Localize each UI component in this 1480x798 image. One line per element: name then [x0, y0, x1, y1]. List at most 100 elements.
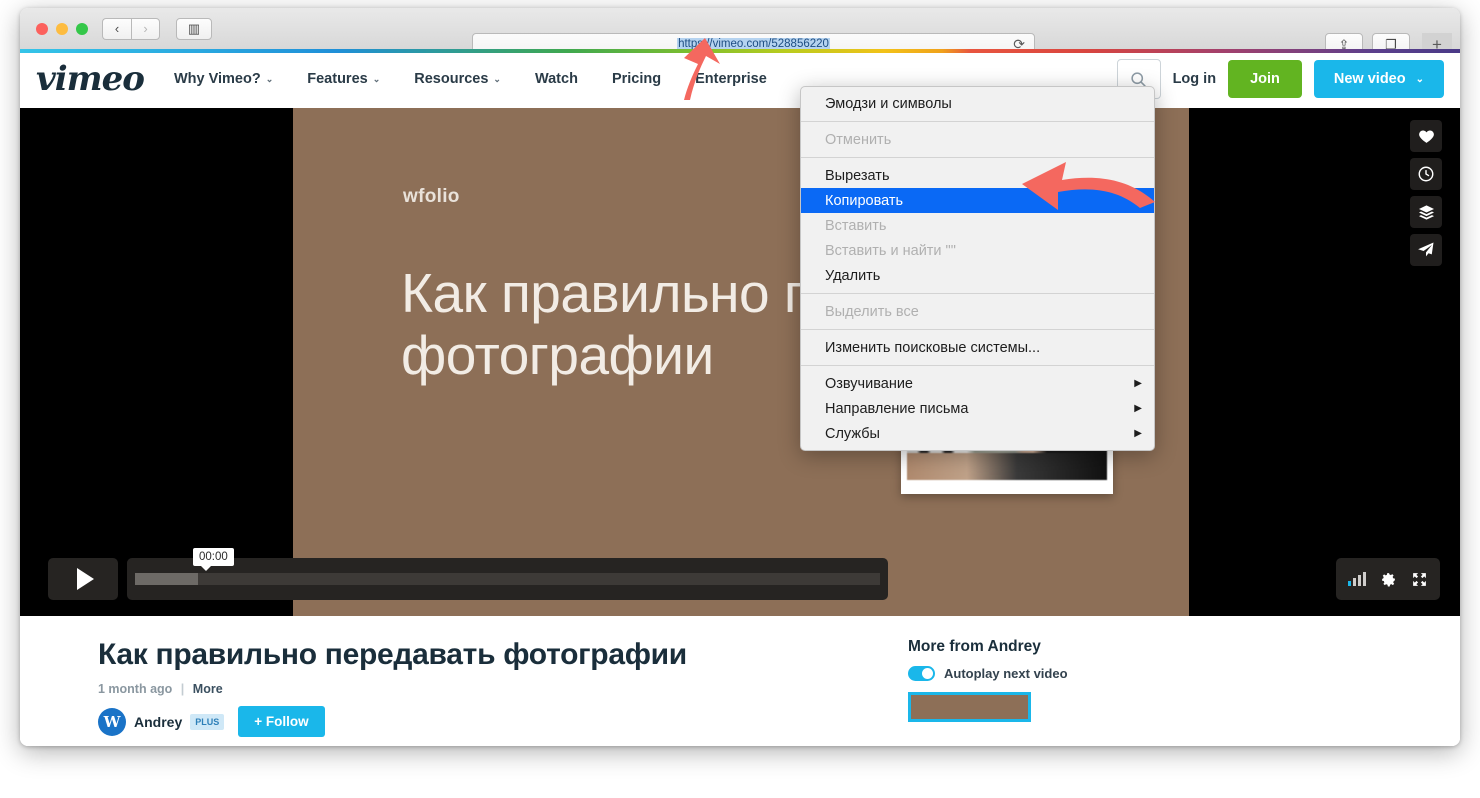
log-in-link[interactable]: Log in [1173, 71, 1217, 87]
context-menu-item-label: Службы [825, 425, 880, 442]
nav-item-resources[interactable]: Resources ⌄ [414, 71, 501, 87]
fullscreen-icon[interactable] [1411, 571, 1428, 588]
navigation-buttons: ‹ › [102, 17, 160, 40]
web-page: vimeo Why Vimeo? ⌄ Features ⌄ Resources … [20, 50, 1460, 746]
player-action-rail [1410, 120, 1442, 266]
context-menu-item[interactable]: Службы ▶ [801, 421, 1154, 446]
new-video-button[interactable]: New video ⌄ [1313, 60, 1444, 98]
play-triangle-icon [76, 568, 94, 590]
autoplay-toggle[interactable] [908, 666, 935, 681]
new-video-label: New video [1333, 71, 1406, 87]
chevron-down-icon: ⌄ [265, 73, 274, 84]
context-menu-item: Вставить [801, 213, 1154, 238]
context-menu-item[interactable]: Направление письма ▶ [801, 396, 1154, 421]
video-info-section: Как правильно передавать фотографии 1 mo… [20, 616, 1460, 746]
window-controls [36, 22, 88, 35]
context-menu-item: Отменить [801, 127, 1154, 152]
nav-item-pricing[interactable]: Pricing [612, 71, 661, 87]
back-button[interactable]: ‹ [102, 17, 131, 40]
context-menu-item-label: Вставить и найти "" [825, 242, 956, 259]
context-menu-item[interactable]: Вырезать [801, 163, 1154, 188]
context-menu-item-label: Изменить поисковые системы... [825, 339, 1041, 356]
context-menu-item[interactable]: Удалить [801, 263, 1154, 288]
chevron-down-icon: ⌄ [372, 73, 381, 84]
share-icon[interactable] [1410, 234, 1442, 266]
context-menu-item-label: Выделить все [825, 303, 919, 320]
context-menu-item-label: Копировать [825, 192, 904, 209]
video-meta-row: 1 month ago | More [98, 682, 896, 696]
player-controls: 00:00 [48, 548, 888, 600]
search-icon [1131, 71, 1146, 87]
forward-button[interactable]: › [131, 17, 160, 40]
page-title: Как правильно передавать фотографии [98, 638, 687, 671]
more-link[interactable]: More [193, 682, 223, 696]
context-menu-item-label: Озвучивание [825, 375, 913, 392]
context-menu[interactable]: Эмодзи и символы Отменить Вырезать Копирова… [800, 86, 1155, 451]
header-right-group: Log in Join New video ⌄ [1116, 59, 1444, 99]
seek-bar[interactable]: 00:00 [127, 548, 888, 600]
seek-buffered [135, 573, 199, 585]
context-menu-item[interactable]: Изменить поисковые системы... [801, 335, 1154, 360]
browser-window: ‹ › ▥ https://vimeo.com/528856220 ⟳ ⇪ ❐ … [20, 8, 1460, 746]
follow-button[interactable]: + Follow [238, 706, 325, 737]
context-menu-item[interactable]: Копировать [801, 188, 1154, 213]
next-video-thumbnail[interactable] [908, 692, 1031, 722]
seek-track[interactable] [135, 573, 880, 585]
chevron-down-icon: ⌄ [1415, 73, 1424, 85]
page-load-progress-strip [20, 49, 1460, 53]
autoplay-row: Autoplay next video [908, 666, 1196, 681]
avatar[interactable]: W [98, 707, 126, 736]
gear-icon[interactable] [1380, 571, 1397, 588]
submenu-arrow-icon: ▶ [1134, 378, 1142, 389]
nav-item-enterprise[interactable]: Enterprise [695, 71, 767, 87]
upload-date: 1 month ago [98, 682, 173, 696]
video-player[interactable]: wfolio Как правильно передавать фотограф… [20, 108, 1460, 616]
chevron-down-icon: ⌄ [493, 73, 501, 84]
context-menu-item[interactable]: Эмодзи и символы [801, 91, 1154, 116]
context-menu-item-label: Эмодзи и символы [825, 95, 952, 112]
uploader-row: W Andrey PLUS + Follow [98, 706, 896, 737]
nav-item-why-vimeo[interactable]: Why Vimeo? ⌄ [174, 71, 273, 87]
watch-later-icon[interactable] [1410, 158, 1442, 190]
site-header: vimeo Why Vimeo? ⌄ Features ⌄ Resources … [20, 50, 1460, 108]
context-menu-item[interactable]: Озвучивание ▶ [801, 371, 1154, 396]
nav-label: Why Vimeo? [173, 71, 261, 87]
vimeo-logo[interactable]: vimeo [36, 59, 145, 99]
context-menu-item: Выделить все [801, 299, 1154, 324]
uploader-name[interactable]: Andrey [134, 714, 182, 730]
submenu-arrow-icon: ▶ [1134, 428, 1142, 439]
submenu-arrow-icon: ▶ [1134, 403, 1142, 414]
context-menu-item-label: Направление письма [825, 400, 969, 417]
context-menu-separator [801, 121, 1154, 122]
nav-label: Features [307, 71, 368, 87]
context-menu-item-label: Удалить [825, 267, 881, 284]
close-window-button[interactable] [36, 22, 48, 35]
player-controls-right [1336, 558, 1440, 600]
context-menu-item-label: Вставить [825, 217, 887, 234]
add-to-collection-icon[interactable] [1410, 196, 1442, 228]
video-info-left: Как правильно передавать фотографии 1 mo… [36, 638, 896, 746]
nav-label: Resources [414, 71, 489, 87]
volume-icon[interactable] [1348, 572, 1366, 586]
more-from-title: More from Andrey [908, 638, 1041, 655]
plus-badge: PLUS [190, 713, 225, 730]
context-menu-item: Вставить и найти "" [801, 238, 1154, 263]
context-menu-item-label: Вырезать [825, 167, 890, 184]
browser-toolbar: ‹ › ▥ https://vimeo.com/528856220 ⟳ ⇪ ❐ … [20, 8, 1460, 57]
minimize-window-button[interactable] [56, 22, 68, 35]
context-menu-item-label: Отменить [825, 131, 892, 148]
play-button[interactable] [48, 558, 118, 600]
nav-item-features[interactable]: Features ⌄ [307, 71, 380, 87]
join-button[interactable]: Join [1228, 60, 1302, 98]
current-time-tooltip: 00:00 [193, 548, 234, 571]
context-menu-separator [801, 293, 1154, 294]
nav-item-watch[interactable]: Watch [535, 71, 578, 87]
video-brand-watermark: wfolio [403, 186, 460, 207]
like-icon[interactable] [1410, 120, 1442, 152]
context-menu-separator [801, 157, 1154, 158]
maximize-window-button[interactable] [76, 22, 88, 35]
video-info-sidebar: More from Andrey Autoplay next video [896, 638, 1196, 746]
context-menu-separator [801, 365, 1154, 366]
context-menu-separator [801, 329, 1154, 330]
sidebar-toggle-button[interactable]: ▥ [176, 17, 212, 40]
